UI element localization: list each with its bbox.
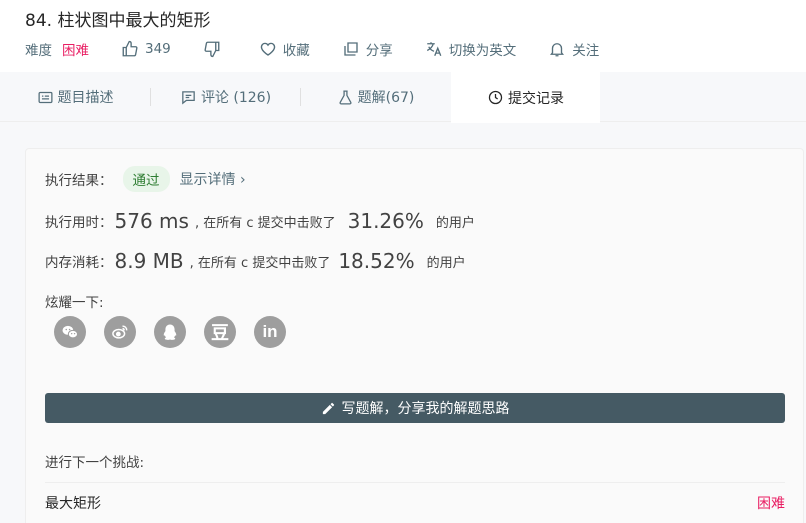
share-icon bbox=[342, 40, 360, 58]
divider bbox=[45, 482, 785, 483]
problem-meta-bar: 难度 困难 349 收藏 分享 切换为英文 关注 bbox=[25, 38, 805, 60]
heart-icon bbox=[259, 40, 277, 58]
tab-label: 评论 (126) bbox=[200, 90, 272, 106]
runtime-row: 执行用时： 576 ms , 在所有 c 提交中击败了 31.26% 的用户 bbox=[45, 209, 475, 233]
douban-glyph: 豆 bbox=[211, 323, 229, 344]
difficulty-value: 困难 bbox=[62, 43, 89, 59]
share-label-row: 炫耀一下: bbox=[45, 291, 104, 311]
write-solution-button[interactable]: 写题解，分享我的解题思路 bbox=[45, 393, 785, 423]
runtime-label: 执行用时： bbox=[45, 215, 113, 231]
weibo-icon[interactable] bbox=[104, 316, 136, 348]
memory-percent: 18.52% bbox=[338, 249, 415, 273]
qq-icon[interactable] bbox=[154, 316, 186, 348]
result-status-row: 执行结果： 通过 显示详情 › bbox=[45, 166, 246, 192]
write-solution-label: 写题解，分享我的解题思路 bbox=[341, 401, 510, 417]
problem-header: 84. 柱状图中最大的矩形 难度 困难 349 收藏 分享 切换为英文 关注 bbox=[0, 0, 806, 72]
difficulty-label: 难度 bbox=[25, 43, 52, 59]
next-challenge-item[interactable]: 最大矩形 困难 bbox=[45, 493, 785, 513]
tab-solutions[interactable]: 题解(67) bbox=[301, 72, 450, 122]
favorite-label: 收藏 bbox=[282, 43, 310, 59]
douban-icon[interactable]: 豆 bbox=[204, 316, 236, 348]
next-challenge-label: 进行下一个挑战: bbox=[45, 455, 145, 471]
thumbs-down-icon bbox=[203, 40, 221, 58]
share-prompt-label: 炫耀一下: bbox=[45, 295, 104, 311]
follow-label: 关注 bbox=[572, 43, 600, 59]
memory-label: 内存消耗： bbox=[45, 255, 113, 271]
show-details-link[interactable]: 显示详情 › bbox=[180, 169, 246, 189]
runtime-value: 576 ms bbox=[114, 209, 189, 233]
runtime-percent: 31.26% bbox=[347, 209, 424, 233]
flask-icon bbox=[337, 89, 354, 106]
next-challenge-title[interactable]: 最大矩形 bbox=[45, 493, 101, 513]
tab-comments[interactable]: 评论 (126) bbox=[151, 72, 300, 122]
runtime-comparison-text: , 在所有 c 提交中击败了 bbox=[194, 215, 336, 231]
linkedin-icon[interactable]: in bbox=[254, 316, 286, 348]
share-button[interactable]: 分享 bbox=[342, 39, 393, 59]
tab-label: 题解(67) bbox=[357, 90, 415, 106]
memory-comparison-text: , 在所有 c 提交中击败了 bbox=[189, 255, 331, 271]
memory-row: 内存消耗： 8.9 MB , 在所有 c 提交中击败了 18.52% 的用户 bbox=[45, 249, 466, 273]
memory-value: 8.9 MB bbox=[114, 249, 184, 273]
like-button[interactable]: 349 bbox=[121, 40, 171, 58]
tab-bar: 题目描述 评论 (126) 题解(67) 提交记录 bbox=[0, 72, 806, 123]
share-label: 分享 bbox=[365, 43, 393, 59]
clock-icon bbox=[487, 89, 504, 106]
switch-language-button[interactable]: 切换为英文 bbox=[425, 39, 517, 59]
status-badge: 通过 bbox=[122, 166, 170, 192]
social-share-icons: 豆 in bbox=[54, 316, 304, 348]
memory-suffix: 的用户 bbox=[426, 255, 466, 271]
difficulty-info: 难度 困难 bbox=[25, 39, 89, 59]
linkedin-glyph: in bbox=[262, 322, 278, 341]
like-count: 349 bbox=[145, 41, 171, 57]
description-icon bbox=[37, 89, 54, 106]
submission-result-card: 执行结果： 通过 显示详情 › 执行用时： 576 ms , 在所有 c 提交中… bbox=[25, 148, 804, 523]
bell-icon bbox=[548, 40, 566, 58]
tab-label: 题目描述 bbox=[57, 90, 114, 106]
tab-submissions[interactable]: 提交记录 bbox=[451, 72, 600, 123]
thumbs-up-icon bbox=[121, 40, 139, 58]
pencil-icon bbox=[321, 401, 336, 416]
dislike-button[interactable] bbox=[203, 40, 227, 58]
next-challenge-difficulty: 困难 bbox=[757, 496, 785, 512]
status-label: 执行结果： bbox=[45, 173, 113, 189]
wechat-icon[interactable] bbox=[54, 316, 86, 348]
comment-icon bbox=[180, 89, 197, 106]
switch-language-label: 切换为英文 bbox=[448, 43, 517, 59]
favorite-button[interactable]: 收藏 bbox=[259, 39, 310, 59]
translate-icon bbox=[425, 40, 443, 58]
problem-title: 84. 柱状图中最大的矩形 bbox=[25, 11, 211, 31]
tab-label: 提交记录 bbox=[508, 90, 564, 107]
runtime-suffix: 的用户 bbox=[435, 215, 475, 231]
tab-description[interactable]: 题目描述 bbox=[0, 72, 150, 122]
follow-button[interactable]: 关注 bbox=[548, 39, 599, 59]
